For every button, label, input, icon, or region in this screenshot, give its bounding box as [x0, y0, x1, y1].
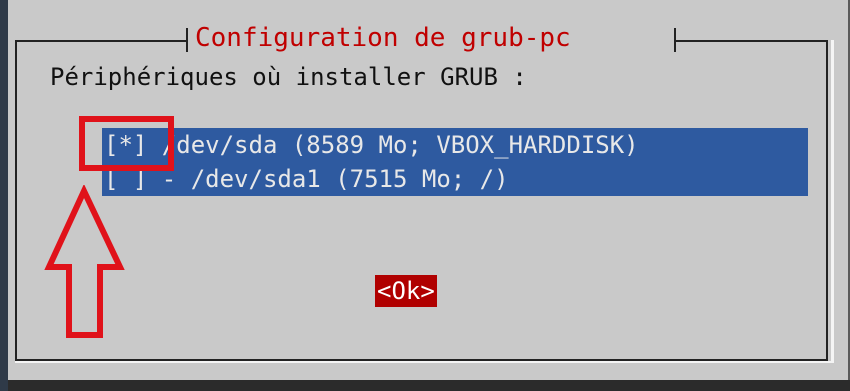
device-list: [*] /dev/sda (8589 Mo; VBOX_HARDDISK) [ …	[102, 128, 808, 196]
frame-edge-right	[831, 40, 834, 363]
console-background	[0, 0, 8, 391]
title-tick-right	[674, 28, 676, 52]
annotation-highlight-box	[79, 116, 174, 171]
device-option-sda[interactable]: [*] /dev/sda (8589 Mo; VBOX_HARDDISK)	[102, 128, 808, 162]
device-option-sda1[interactable]: [ ] - /dev/sda1 (7515 Mo; /)	[102, 162, 808, 196]
install-prompt: Périphériques où installer GRUB :	[50, 63, 527, 91]
dialog-title: Configuration de grub-pc	[195, 23, 571, 53]
ok-button[interactable]: <Ok>	[375, 275, 437, 307]
frame-edge-bottom	[15, 361, 834, 363]
dialog-shadow	[8, 380, 850, 391]
arrow-up-outline-icon	[44, 183, 126, 344]
title-tick-left	[186, 28, 188, 52]
